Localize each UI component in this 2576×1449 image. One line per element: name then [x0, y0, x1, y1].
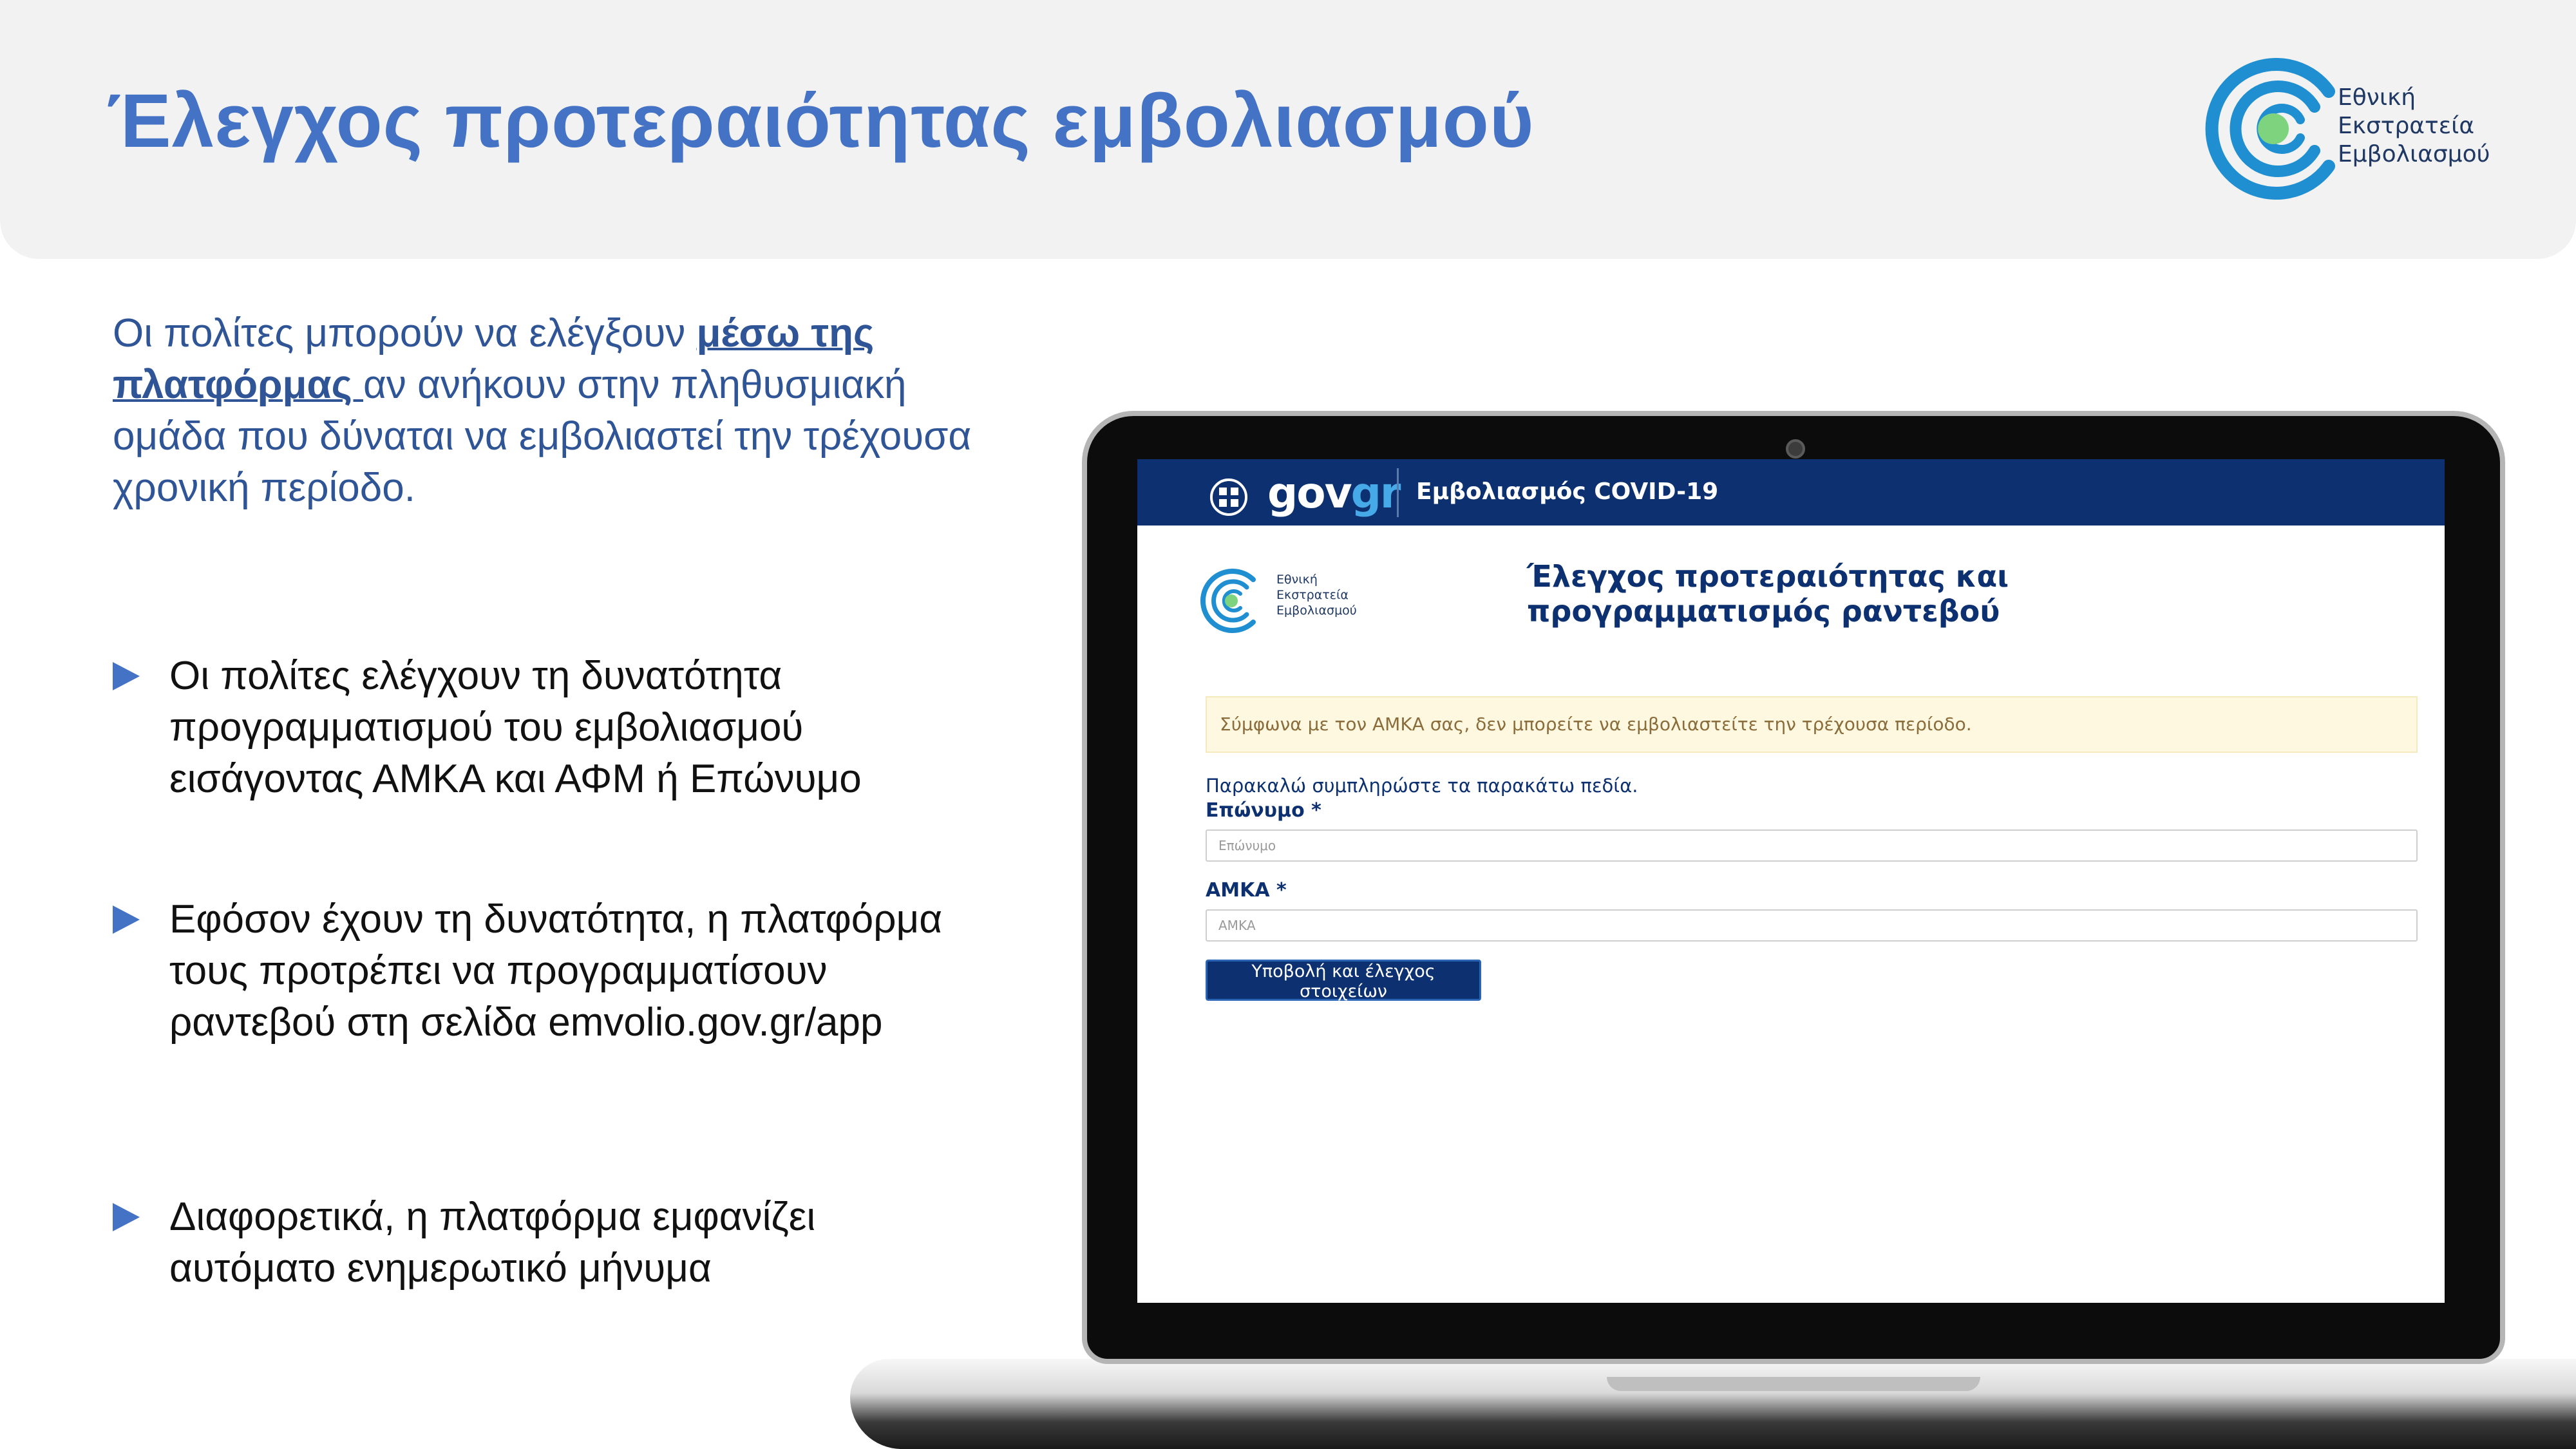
inner-brand-line: Εμβολιασμού	[1276, 603, 1357, 618]
bullet-text: Οι πολίτες ελέγχουν τη δυνατότητα προγρα…	[169, 654, 862, 801]
bullet-text: Εφόσον έχουν τη δυνατότητα, η πλατφόρμα …	[169, 897, 943, 1045]
inner-brand-line: Εθνική	[1276, 573, 1318, 587]
intro-text: Οι πολίτες μπορούν να ελέγξουν	[113, 311, 697, 355]
gov-logo-part: gov	[1267, 468, 1352, 518]
arrow-right-icon	[113, 905, 140, 934]
laptop-notch	[1607, 1377, 1980, 1391]
webcam-icon	[1786, 439, 1805, 459]
inner-brand-line: Εκστρατεία	[1276, 588, 1349, 602]
inner-brand-name: Εθνική Εκστρατεία Εμβολιασμού	[1276, 572, 1357, 618]
brand-name: Εθνική Εκστρατεία Εμβολιασμού	[2338, 84, 2490, 169]
intro-paragraph: Οι πολίτες μπορούν να ελέγξουν μέσω της …	[113, 308, 1008, 514]
vaccination-campaign-logo-icon	[1200, 569, 1256, 633]
amka-label: ΑΜΚΑ *	[1206, 879, 1287, 902]
brand-line: Εθνική	[2338, 84, 2416, 111]
brand-line: Εμβολιασμού	[2338, 141, 2490, 167]
ineligible-alert: Σύμφωνα με τον ΑΜΚΑ σας, δεν μπορείτε να…	[1206, 696, 2418, 753]
brand-line: Εκστρατεία	[2338, 113, 2475, 139]
bullet-text: Διαφορετικά, η πλατφόρμα εμφανίζει αυτόμ…	[169, 1195, 816, 1291]
greek-emblem-icon	[1210, 478, 1247, 516]
header-divider	[1397, 468, 1399, 517]
gov-gr-logo[interactable]: govgr	[1267, 468, 1401, 518]
service-title: Εμβολιασμός COVID-19	[1416, 478, 1719, 505]
amka-input[interactable]	[1206, 909, 2418, 942]
gov-header-bar: govgr Εμβολιασμός COVID-19	[1137, 459, 2445, 526]
surname-input[interactable]	[1206, 829, 2418, 862]
form-instructions: Παρακαλώ συμπληρώστε τα παρακάτω πεδία.	[1206, 775, 1638, 797]
arrow-right-icon	[113, 1203, 140, 1231]
laptop-base	[850, 1359, 2576, 1449]
arrow-right-icon	[113, 662, 140, 690]
gr-logo-part: gr	[1350, 468, 1401, 518]
submit-button[interactable]: Υποβολή και έλεγχος στοιχείων	[1206, 960, 1481, 1001]
laptop-screen: govgr Εμβολιασμός COVID-19 Εθνική Εκστρα…	[1137, 459, 2445, 1303]
page-heading: Έλεγχος προτεραιότητας και προγραμματισμ…	[1527, 559, 2009, 629]
slide-title: Έλεγχος προτεραιότητας εμβολιασμού	[106, 79, 1535, 164]
surname-label: Επώνυμο *	[1206, 799, 1321, 822]
